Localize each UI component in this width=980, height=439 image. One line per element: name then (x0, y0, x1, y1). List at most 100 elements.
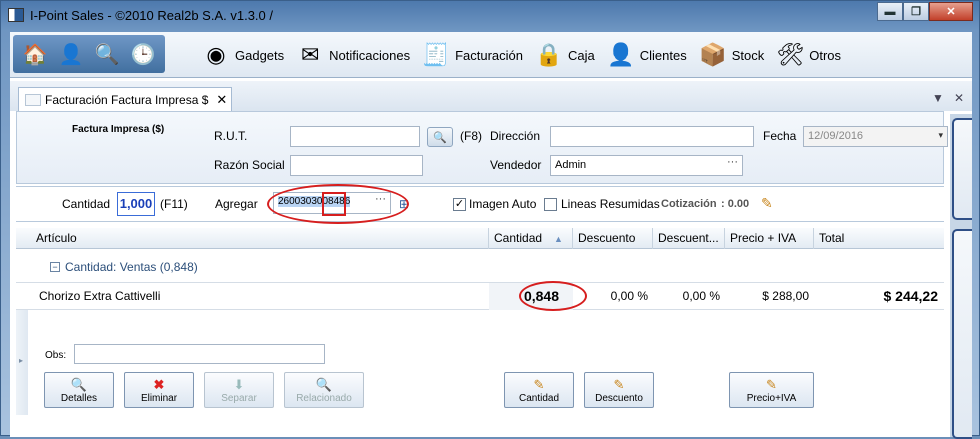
col-cantidad-label: Cantidad (494, 231, 543, 245)
direccion-input[interactable] (550, 126, 754, 147)
group-row[interactable]: − Cantidad: Ventas (0,848) (16, 249, 944, 283)
side-card-top[interactable] (952, 118, 972, 220)
eliminar-label: Eliminar (140, 393, 178, 404)
delete-x-icon: ✖ (153, 377, 165, 392)
side-card-bottom[interactable] (952, 229, 972, 439)
pencil-icon[interactable]: ✎ (761, 195, 773, 212)
imagen-auto-checkbox[interactable]: ✓ (453, 198, 466, 211)
razon-social-input[interactable] (290, 155, 423, 176)
row-pointer-icon: ▸ (19, 356, 24, 365)
document-icon (25, 93, 41, 106)
search-icon[interactable]: 🔍 (92, 39, 122, 69)
entry-row: Cantidad 1,000 (F11) Agregar 26003030084… (16, 184, 944, 224)
invoice-header-form: Factura Impresa ($) R.U.T. 🔍 (F8) Direcc… (16, 111, 948, 184)
cell-precio: $ 288,00 (762, 289, 809, 303)
boxes-icon: 📦 (699, 42, 727, 67)
collapse-icon[interactable]: − (50, 262, 60, 272)
cantidad-edit-button[interactable]: ✎ Cantidad (504, 372, 574, 408)
table-row[interactable]: Chorizo Extra Cattivelli 0,848 0,00 % 0,… (16, 281, 944, 311)
highlight-oval (519, 281, 587, 311)
minimize-button[interactable]: ▬ (877, 2, 903, 21)
grid-header: Artículo Cantidad ▲ Descuento Descuent...… (16, 228, 944, 249)
toolbar-notificaciones[interactable]: ✉ Notificaciones (294, 39, 410, 71)
rut-label: R.U.T. (214, 129, 248, 143)
cell-total: $ 244,22 (883, 288, 939, 304)
items-grid: Artículo Cantidad ▲ Descuento Descuent...… (16, 228, 944, 437)
precio-edit-button[interactable]: ✎ Precio+IVA (729, 372, 814, 408)
descuento-edit-label: Descuento (595, 393, 643, 404)
razon-social-label: Razón Social (214, 158, 285, 172)
row-detail: ▸ Obs: 🔍 Detalles ✖ Eliminar ⬇ Separar 🔍 Rel… (16, 310, 944, 415)
pencil-icon: ✎ (613, 377, 625, 392)
client-area: 🏠 👤 🔍 🕒 ◉ Gadgets ✉ Notificaciones 🧾 Factur… (10, 32, 972, 439)
close-button[interactable]: ✕ (929, 2, 973, 21)
maximize-button[interactable]: ❐ (903, 2, 929, 21)
home-icon[interactable]: 🏠 (20, 39, 50, 69)
col-descuento[interactable]: Descuento (573, 228, 653, 249)
f8-hint: (F8) (460, 129, 482, 143)
tab-list-icon[interactable]: ▼ (932, 91, 944, 105)
lineas-resumidas-checkbox[interactable] (544, 198, 557, 211)
toolbar-gadgets[interactable]: ◉ Gadgets (200, 39, 284, 71)
ellipsis-button[interactable]: ··· (727, 156, 738, 168)
cotizacion-value: : 0.00 (721, 198, 750, 210)
envelope-icon: ✉ (300, 42, 320, 67)
main-toolbar: 🏠 👤 🔍 🕒 ◉ Gadgets ✉ Notificaciones 🧾 Factur… (10, 32, 972, 78)
obs-input[interactable] (74, 344, 325, 364)
row-header[interactable]: ▸ (16, 310, 28, 415)
toolbar-stock[interactable]: 📦 Stock (697, 39, 764, 71)
toolbar-caja[interactable]: 🔒 Caja (533, 39, 594, 71)
toolbar-facturacion[interactable]: 🧾 Facturación (420, 39, 523, 71)
pencil-icon: ✎ (766, 377, 777, 392)
search-icon: 🔍 (433, 131, 447, 144)
tab-close-icon[interactable]: ✕ (216, 92, 227, 108)
group-label: Cantidad: Ventas (0,848) (65, 260, 198, 274)
chevron-down-icon[interactable]: ▾ (938, 130, 943, 141)
tab-facturacion[interactable]: Facturación Factura Impresa $ ✕ (18, 87, 232, 111)
cantidad-edit-label: Cantidad (518, 393, 560, 404)
safe-icon: 🔒 (535, 42, 563, 67)
pencil-icon: ✎ (533, 377, 545, 392)
fecha-label: Fecha (763, 129, 797, 143)
gauge-icon: ◉ (206, 42, 226, 67)
separar-button[interactable]: ⬇ Separar (204, 372, 274, 408)
rut-search-button[interactable]: 🔍 (427, 127, 453, 147)
tab-close-all-icon[interactable]: ✕ (954, 91, 964, 105)
window-title: I-Point Sales - ©2010 Real2b S.A. v1.3.0… (30, 8, 273, 23)
arrow-down-icon: ⬇ (233, 377, 245, 392)
toolbar-clientes[interactable]: 👤 Clientes (605, 39, 687, 71)
col-articulo[interactable]: Artículo (16, 228, 489, 249)
tab-label: Facturación Factura Impresa $ (45, 92, 209, 107)
fecha-input[interactable]: 12/09/2016 ▾ (803, 126, 948, 147)
col-total[interactable]: Total (814, 228, 944, 249)
detalles-button[interactable]: 🔍 Detalles (44, 372, 114, 408)
user-icon[interactable]: 👤 (56, 39, 86, 69)
cantidad-input[interactable]: 1,000 (117, 192, 155, 216)
vendedor-value: Admin (555, 159, 587, 171)
agregar-label: Agregar (215, 197, 258, 211)
app-window: I-Point Sales - ©2010 Real2b S.A. v1.3.0… (0, 0, 980, 439)
side-panel (950, 114, 972, 439)
descuento-edit-button[interactable]: ✎ Descuento (584, 372, 654, 408)
f11-hint: (F11) (160, 197, 188, 211)
tab-strip: Facturación Factura Impresa $ ✕ ▼ ✕ (10, 81, 972, 111)
col-cantidad[interactable]: Cantidad ▲ (489, 228, 573, 249)
cash-register-icon: 🧾 (422, 42, 450, 67)
highlight-box (322, 192, 346, 216)
form-title: Factura Impresa ($) (72, 124, 165, 135)
eliminar-button[interactable]: ✖ Eliminar (124, 372, 194, 408)
cell-articulo: Chorizo Extra Cattivelli (39, 289, 161, 303)
app-icon (8, 8, 24, 22)
vendedor-input[interactable]: Admin ··· (550, 155, 743, 176)
relacionado-button[interactable]: 🔍 Relacionado (284, 372, 364, 408)
clock-icon[interactable]: 🕒 (128, 39, 158, 69)
toolbar-otros[interactable]: 🛠 Otros (774, 39, 841, 71)
cell-descuento2: 0,00 % (682, 289, 720, 303)
vendedor-label: Vendedor (490, 158, 542, 172)
lineas-resumidas-label: Lineas Resumidas (561, 197, 660, 211)
separar-label: Separar (221, 393, 257, 404)
quick-access-bar: 🏠 👤 🔍 🕒 (13, 35, 165, 73)
col-descuento2[interactable]: Descuent... (653, 228, 725, 249)
col-precio[interactable]: Precio + IVA (725, 228, 814, 249)
rut-input[interactable] (290, 126, 420, 147)
